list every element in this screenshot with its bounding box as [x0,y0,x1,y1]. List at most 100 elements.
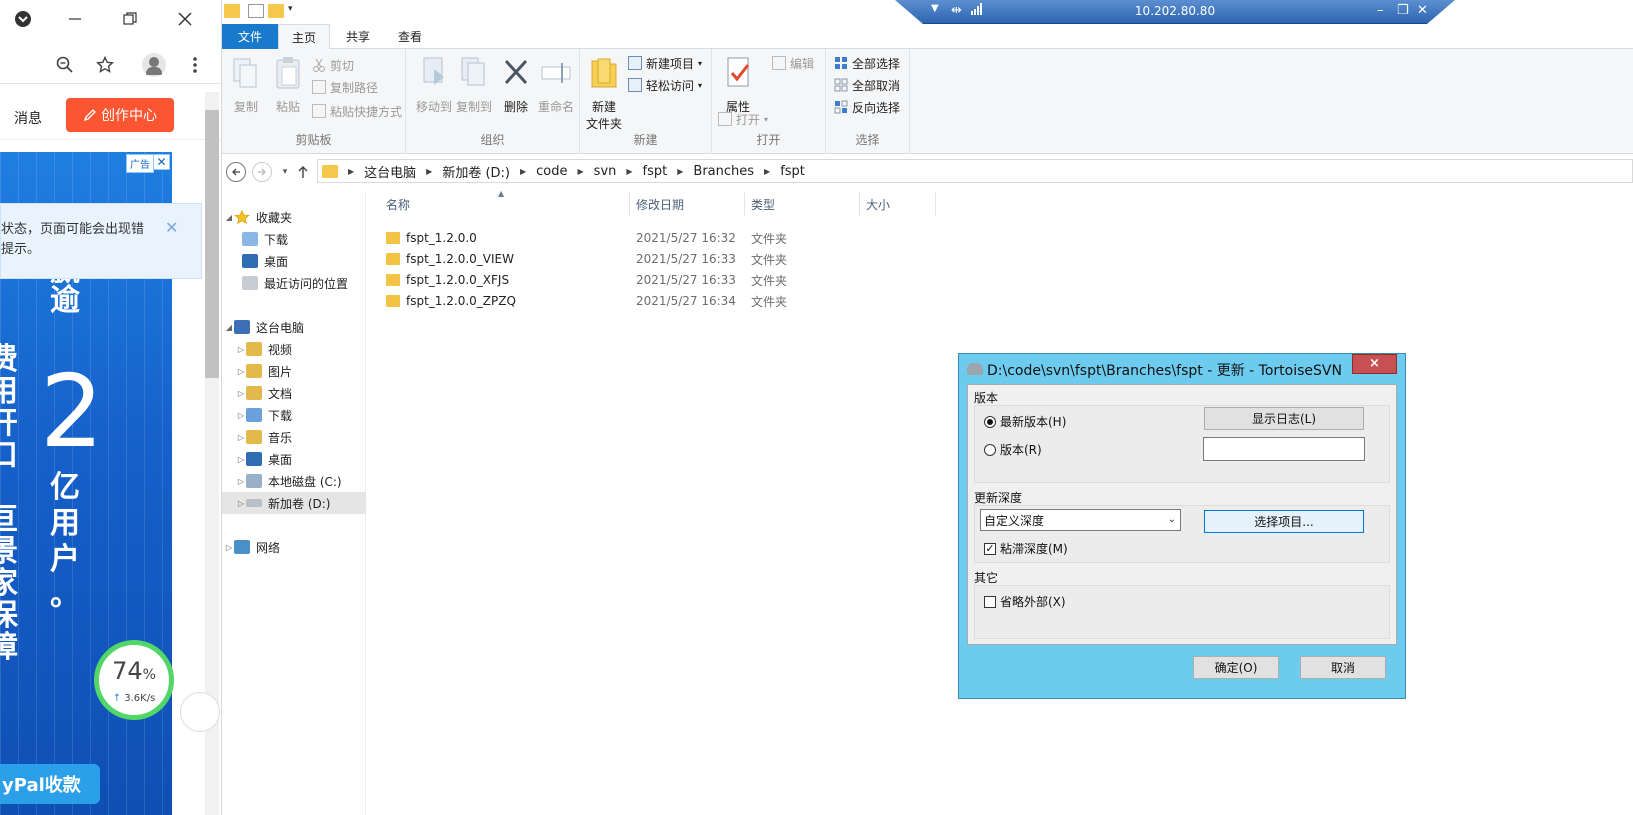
table-row[interactable]: fspt_1.2.0.0_VIEW 2021/5/27 16:33 文件夹 [368,249,1633,269]
collapse-arrow-icon[interactable]: ▷ [236,477,246,486]
avatar[interactable] [142,53,166,77]
network-speed-widget[interactable]: 74% ↑ 3.6K/s [94,640,174,720]
tree-item-desktop[interactable]: 桌面 [222,250,366,272]
collapse-arrow-icon[interactable]: ▷ [236,367,246,376]
breadcrumb-item[interactable]: fspt [780,164,805,179]
column-name[interactable]: 名称 ▲ [380,189,630,216]
choose-items-button[interactable]: 选择项目... [1204,510,1364,533]
notice-close-icon[interactable]: ✕ [165,218,178,237]
depth-select[interactable]: 自定义深度 ⌄ [980,509,1181,531]
table-row[interactable]: fspt_1.2.0.0_ZPZQ 2021/5/27 16:34 文件夹 [368,291,1633,311]
dialog-titlebar[interactable]: D:\code\svn\fspt\Branches\fspt - 更新 - To… [959,354,1405,384]
properties-icon[interactable] [248,4,264,18]
star-icon[interactable] [92,52,118,78]
back-arrow-icon[interactable] [226,162,246,182]
profile-dropdown-icon[interactable] [8,6,38,32]
revision-input[interactable] [1203,437,1365,461]
omit-externals-checkbox[interactable]: 省略外部(X) [984,593,1066,610]
tree-item-network[interactable]: ▷ 网络 [222,536,366,558]
dialog-close-button[interactable]: × [1352,354,1397,374]
collapse-arrow-icon[interactable]: ▷ [236,433,246,442]
copy-path-button[interactable]: 复制路径 [312,77,378,97]
breadcrumb-item[interactable]: 新加卷 (D:) [442,162,510,181]
show-log-button[interactable]: 显示日志(L) [1204,407,1364,430]
tab-view[interactable]: 查看 [384,24,436,49]
breadcrumb-item[interactable]: Branches [693,164,754,179]
column-date[interactable]: 修改日期 [630,192,745,216]
tab-share[interactable]: 共享 [332,24,384,49]
new-folder-button[interactable]: 新建 文件夹 [584,55,624,131]
chevron-right-icon[interactable]: ▶ [578,167,584,176]
close-icon[interactable] [170,6,200,32]
collapse-arrow-icon[interactable]: ▷ [236,455,246,464]
table-row[interactable]: fspt_1.2.0.0_XFJS 2021/5/27 16:33 文件夹 [368,270,1633,290]
expand-arrow-icon[interactable]: ◢ [224,323,234,332]
collapse-arrow-icon[interactable]: ▷ [236,411,246,420]
kebab-menu-icon[interactable] [182,52,208,78]
breadcrumb-item[interactable]: code [536,164,567,179]
sticky-depth-checkbox[interactable]: ✓ 粘滞深度(M) [984,540,1068,557]
tree-item-recent[interactable]: 最近访问的位置 [222,272,366,294]
forward-arrow-icon[interactable] [252,162,272,182]
expand-arrow-icon[interactable]: ◢ [224,213,234,222]
new-folder-icon[interactable] [268,4,284,18]
properties-button[interactable]: 属性 [718,55,758,115]
collapse-arrow-icon[interactable]: ▷ [236,499,246,508]
move-to-button[interactable]: 移动到 [412,55,456,115]
chevron-right-icon[interactable]: ▶ [764,167,770,176]
breadcrumb-item[interactable]: fspt [643,164,668,179]
column-type[interactable]: 类型 [745,192,860,216]
chevron-right-icon[interactable]: ▶ [426,167,432,176]
tree-item-desktop-pc[interactable]: ▷ 桌面 [222,448,366,470]
chevron-right-icon[interactable]: ▶ [348,167,354,176]
close-icon[interactable]: ✕ [1417,3,1428,18]
page-scrollbar-thumb[interactable] [205,110,219,378]
paste-shortcut-button[interactable]: 粘贴快捷方式 [312,101,402,121]
head-revision-radio[interactable]: 最新版本(H) [984,413,1066,430]
paste-button[interactable]: 粘贴 [268,55,308,115]
ok-button[interactable]: 确定(O) [1193,656,1279,679]
tree-item-downloads-pc[interactable]: ▷ 下载 [222,404,366,426]
rename-button[interactable]: 重命名 [536,55,576,115]
copy-to-button[interactable]: 复制到 [452,55,496,115]
remote-desktop-bar[interactable]: ▼ ⇹ 10.202.80.80 – ❐ ✕ [895,0,1455,24]
cut-button[interactable]: 剪切 [312,55,354,75]
address-bar[interactable]: ▶ 这台电脑 ▶ 新加卷 (D:) ▶ code ▶ svn ▶ fspt ▶ … [317,159,1633,183]
chevron-right-icon[interactable]: ▶ [626,167,632,176]
edit-button[interactable]: 编辑 [772,53,814,73]
breadcrumb-item[interactable]: svn [594,164,617,179]
tree-item-videos[interactable]: ▷ 视频 [222,338,366,360]
tree-item-downloads[interactable]: 下载 [222,228,366,250]
create-center-button[interactable]: 创作中心 [66,98,174,132]
breadcrumb-item[interactable]: 这台电脑 [364,162,416,181]
up-arrow-icon[interactable] [292,161,314,183]
minimize-icon[interactable]: – [1377,3,1384,18]
side-tool-icon[interactable] [180,692,220,732]
select-all-button[interactable]: 全部选择 [834,53,900,73]
messages-link[interactable]: 消息 [14,108,42,128]
invert-selection-button[interactable]: 反向选择 [834,97,900,117]
revision-radio[interactable]: 版本(R) [984,441,1042,458]
collapse-arrow-icon[interactable]: ▷ [236,389,246,398]
chevron-right-icon[interactable]: ▶ [520,167,526,176]
chevron-right-icon[interactable]: ▶ [677,167,683,176]
tree-item-favorites[interactable]: ◢ 收藏夹 [222,206,366,228]
tab-home[interactable]: 主页 [278,24,330,49]
copy-button[interactable]: 复制 [226,55,266,115]
tree-item-this-pc[interactable]: ◢ 这台电脑 [222,316,366,338]
restore-icon[interactable]: ❐ [1397,3,1409,18]
restore-icon[interactable] [115,6,145,32]
chevron-down-icon[interactable]: ▾ [288,4,304,18]
cancel-button[interactable]: 取消 [1300,656,1386,679]
ad-close-icon[interactable]: ✕ [153,154,170,170]
tree-item-pictures[interactable]: ▷ 图片 [222,360,366,382]
tab-file[interactable]: 文件 [222,24,278,49]
paypal-button[interactable]: yPal收款 [0,764,100,804]
tree-item-documents[interactable]: ▷ 文档 [222,382,366,404]
tree-item-local-disk-c[interactable]: ▷ 本地磁盘 (C:) [222,470,366,492]
collapse-arrow-icon[interactable]: ▷ [224,543,234,552]
tree-item-music[interactable]: ▷ 音乐 [222,426,366,448]
select-none-button[interactable]: 全部取消 [834,75,900,95]
column-size[interactable]: 大小 [860,192,936,216]
open-button[interactable]: 打开 ▾ [718,109,768,129]
